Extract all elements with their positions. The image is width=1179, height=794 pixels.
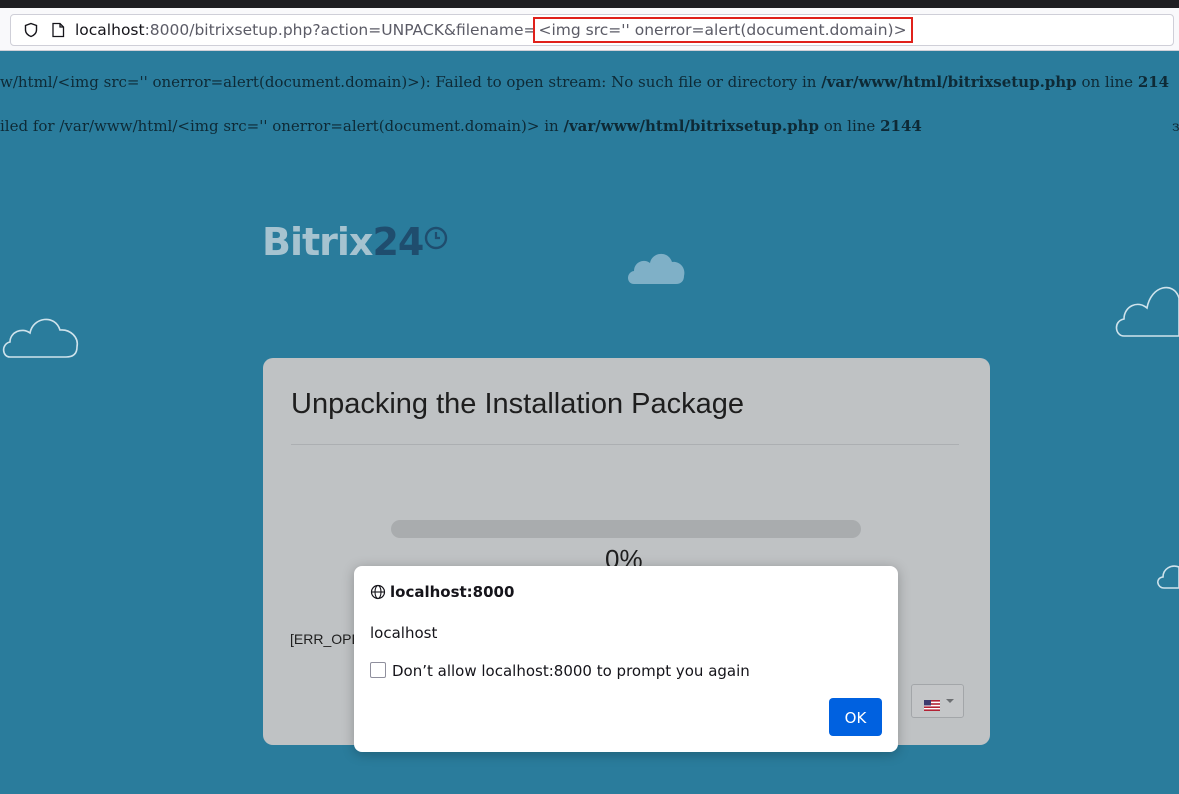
language-selector[interactable] bbox=[911, 684, 964, 718]
progress-bar bbox=[391, 520, 861, 538]
tracking-shield-icon[interactable] bbox=[23, 22, 39, 42]
php-warning-line: w/html/<img src='' onerror=alert(documen… bbox=[0, 73, 1170, 91]
clock-icon bbox=[423, 225, 449, 255]
logo-number: 24 bbox=[372, 220, 424, 264]
divider bbox=[291, 444, 959, 445]
cloud-icon bbox=[1112, 265, 1179, 345]
warning-text: iled for /var/www/html/<img src='' onerr… bbox=[0, 117, 564, 135]
globe-icon bbox=[370, 584, 386, 600]
suppress-prompts-checkbox[interactable] bbox=[370, 662, 386, 678]
warning-file: /var/www/html/bitrixsetup.php bbox=[563, 117, 819, 135]
suppress-prompts-label[interactable]: Don’t allow localhost:8000 to prompt you… bbox=[392, 662, 750, 680]
warning-line-number: 2143 bbox=[1137, 73, 1170, 91]
cloud-icon bbox=[0, 306, 82, 366]
php-warning-line: iled for /var/www/html/<img src='' onerr… bbox=[0, 117, 1170, 135]
url-payload-highlight: <img src='' onerror=alert(document.domai… bbox=[532, 17, 913, 43]
window-top-strip bbox=[0, 0, 1179, 8]
dialog-origin: localhost:8000 bbox=[370, 583, 514, 601]
dialog-message: localhost bbox=[370, 624, 438, 642]
card-title: Unpacking the Installation Package bbox=[291, 388, 745, 420]
clipped-text-fragment: з bbox=[1172, 119, 1179, 135]
cloud-icon bbox=[1154, 558, 1179, 596]
warning-text: on line bbox=[818, 117, 881, 135]
warning-file: /var/www/html/bitrixsetup.php bbox=[821, 73, 1077, 91]
chevron-down-icon bbox=[946, 699, 954, 703]
alert-dialog: localhost:8000 localhost Don’t allow loc… bbox=[354, 566, 898, 752]
us-flag-icon bbox=[924, 696, 940, 715]
page-info-icon[interactable] bbox=[51, 22, 65, 42]
address-bar[interactable]: localhost:8000/bitrixsetup.php?action=UN… bbox=[10, 14, 1174, 46]
browser-toolbar: localhost:8000/bitrixsetup.php?action=UN… bbox=[0, 8, 1179, 51]
dialog-origin-text: localhost:8000 bbox=[390, 583, 515, 601]
ok-button[interactable]: OK bbox=[829, 698, 882, 736]
cloud-icon bbox=[624, 244, 688, 292]
url-path: :8000/bitrixsetup.php?action=UNPACK&file… bbox=[144, 21, 537, 39]
bitrix24-logo: Bitrix24 bbox=[262, 220, 424, 264]
warning-text: w/html/<img src='' onerror=alert(documen… bbox=[0, 73, 822, 91]
warning-line-number: 2144 bbox=[880, 117, 922, 135]
logo-brand: Bitrix bbox=[262, 220, 373, 264]
url-text[interactable]: localhost:8000/bitrixsetup.php?action=UN… bbox=[75, 17, 913, 43]
url-host: localhost bbox=[75, 21, 145, 39]
warning-text: on line bbox=[1076, 73, 1138, 91]
